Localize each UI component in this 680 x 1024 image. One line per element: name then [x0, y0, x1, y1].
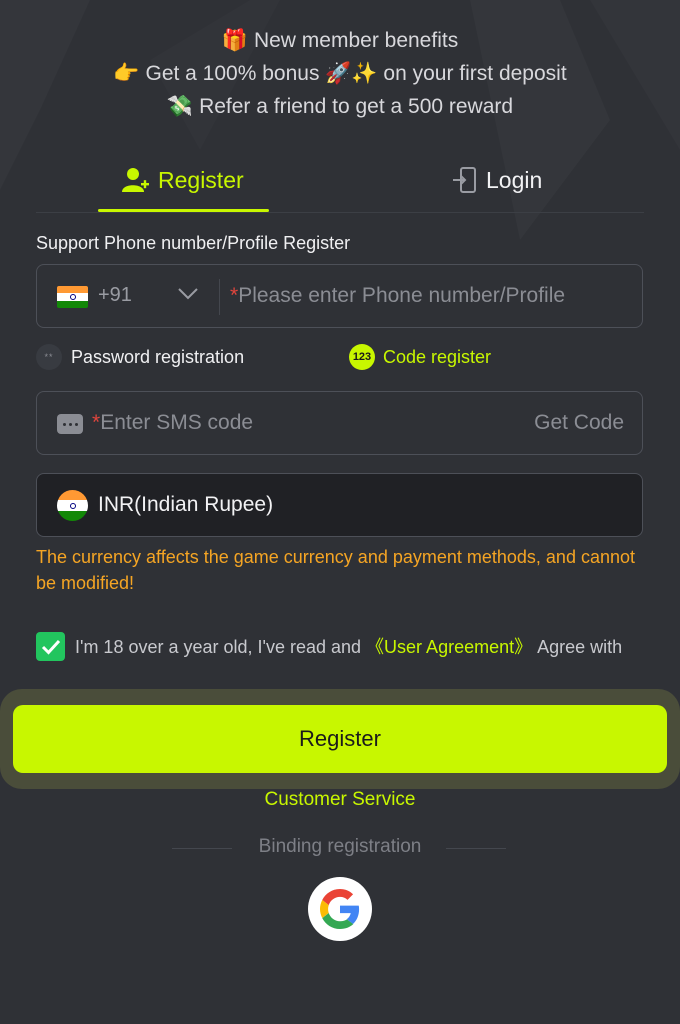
required-marker: *	[92, 411, 101, 434]
tab-login[interactable]: Login	[452, 160, 542, 200]
binding-registration: Binding registration	[0, 836, 680, 862]
india-flag-icon	[57, 286, 88, 308]
agreement-checkbox[interactable]	[36, 632, 65, 661]
phone-field: +91 *Please enter Phone number/Profile	[36, 264, 643, 328]
sms-message-icon	[57, 414, 83, 434]
divider-line-right	[446, 848, 506, 849]
register-mode-row: ** Password registration 123 Code regist…	[36, 344, 643, 374]
password-dots-icon: **	[36, 344, 62, 370]
active-tab-indicator	[98, 209, 269, 212]
currency-warning: The currency affects the game currency a…	[36, 547, 636, 593]
code-register-option[interactable]: 123 Code register	[349, 344, 491, 370]
member-benefits: 🎁 New member benefits 👉 Get a 100% bonus 🚀…	[0, 24, 680, 123]
google-signin-button[interactable]	[308, 877, 372, 941]
tab-login-label: Login	[486, 166, 543, 193]
google-icon	[320, 889, 360, 929]
checkmark-icon	[41, 639, 60, 655]
phone-input[interactable]	[229, 277, 629, 317]
register-button[interactable]: Register	[13, 705, 667, 773]
user-agreement-link[interactable]: 《User Agreement》	[366, 637, 532, 657]
login-door-icon	[452, 167, 478, 193]
country-code[interactable]: +91	[98, 284, 132, 307]
register-section-label: Support Phone number/Profile Register	[36, 233, 351, 253]
binding-registration-label: Binding registration	[258, 836, 422, 857]
number-code-icon: 123	[349, 344, 375, 370]
currency-value: INR(Indian Rupee)	[98, 493, 274, 516]
currency-field: INR(Indian Rupee)	[36, 473, 643, 537]
field-separator	[219, 279, 220, 315]
sms-code-placeholder: *Enter SMS code	[92, 411, 254, 434]
benefit-refer-line: 💸 Refer a friend to get a 500 reward	[0, 90, 680, 123]
benefit-bonus-line: 👉 Get a 100% bonus 🚀✨ on your first depos…	[0, 57, 680, 90]
customer-service-link[interactable]: Customer Service	[0, 789, 680, 811]
india-flag-icon	[57, 490, 88, 521]
get-code-button[interactable]: Get Code	[534, 411, 624, 435]
tab-register[interactable]: Register	[122, 160, 244, 200]
tab-divider	[36, 212, 644, 213]
auth-tabs: Register Login	[0, 150, 680, 214]
pointing-hand-icon: 👉	[113, 62, 140, 85]
divider-line-left	[172, 848, 232, 849]
gift-icon: 🎁	[221, 29, 248, 52]
chevron-down-icon[interactable]	[177, 287, 199, 306]
user-add-icon	[122, 167, 150, 193]
code-register-label: Code register	[383, 346, 492, 367]
sms-code-field[interactable]: *Enter SMS code Get Code	[36, 391, 643, 455]
tab-register-label: Register	[158, 166, 244, 193]
password-registration-label: Password registration	[71, 346, 245, 367]
agreement-text: I'm 18 over a year old, I've read and 《U…	[75, 637, 623, 657]
password-registration-option[interactable]: ** Password registration	[36, 344, 244, 370]
benefit-title-line: 🎁 New member benefits	[0, 24, 680, 57]
money-icon: 💸	[166, 95, 194, 118]
